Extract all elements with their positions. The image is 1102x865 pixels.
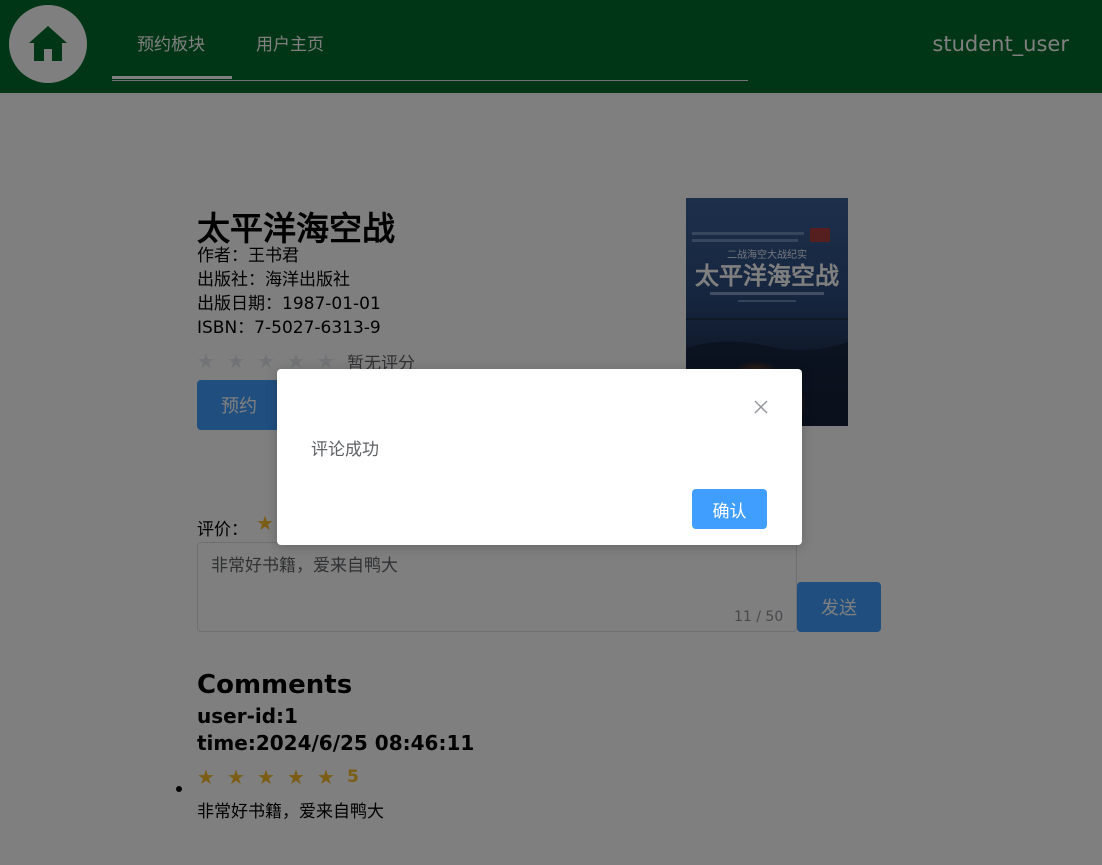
close-button[interactable] [751, 397, 771, 417]
confirm-button[interactable]: 确认 [692, 489, 767, 529]
close-icon [754, 400, 768, 414]
dialog-message: 评论成功 [311, 440, 379, 460]
message-dialog: 评论成功 确认 [277, 369, 802, 545]
